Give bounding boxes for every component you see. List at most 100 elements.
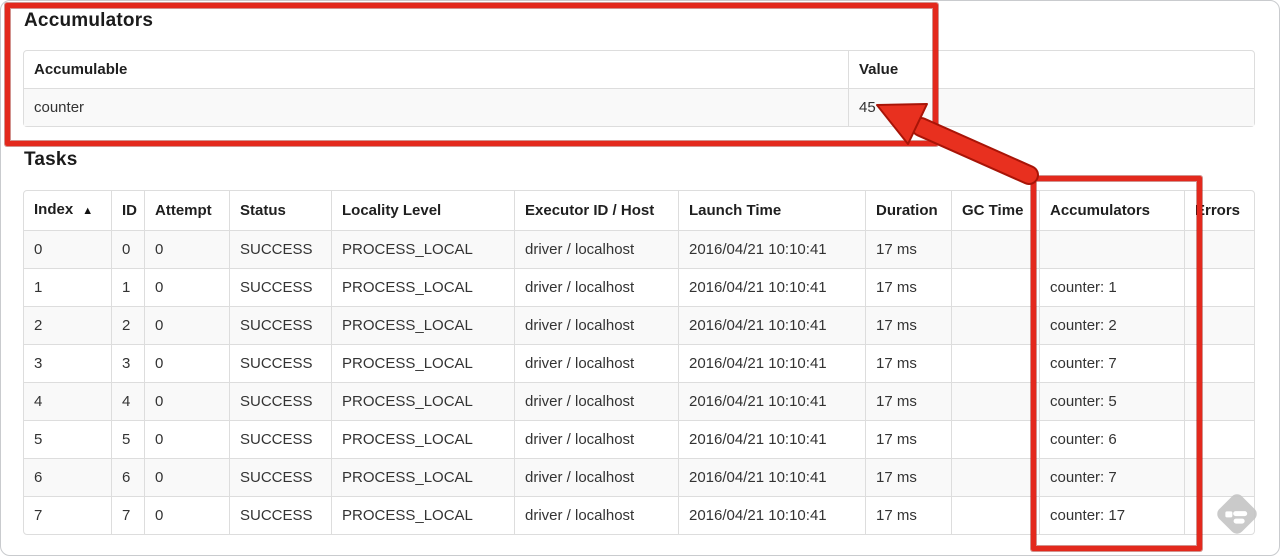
column-header-status[interactable]: Status [229, 191, 331, 230]
cell-accumulators: counter: 6 [1039, 420, 1184, 458]
cell-launch_time: 2016/04/21 10:10:41 [678, 382, 865, 420]
cell-accumulators [1039, 230, 1184, 268]
cell-executor_id_host: driver / localhost [514, 344, 678, 382]
cell-status: SUCCESS [229, 230, 331, 268]
cell-id: 3 [111, 344, 144, 382]
cell-errors [1184, 458, 1254, 496]
cell-gc_time [951, 382, 1039, 420]
cell-accumulators: counter: 7 [1039, 458, 1184, 496]
cell-accumulable: counter [24, 88, 848, 126]
cell-status: SUCCESS [229, 268, 331, 306]
cell-accumulators: counter: 2 [1039, 306, 1184, 344]
cell-executor_id_host: driver / localhost [514, 306, 678, 344]
accumulators-section-title: Accumulators [24, 10, 154, 31]
column-header-id[interactable]: ID [111, 191, 144, 230]
table-row: 1 1 0 SUCCESS PROCESS_LOCAL driver / localhos… [24, 268, 1254, 306]
column-header-value[interactable]: Value [848, 51, 1254, 88]
table-row: 5 5 0 SUCCESS PROCESS_LOCAL driver / localhos… [24, 420, 1254, 458]
cell-attempt: 0 [144, 306, 229, 344]
cell-locality_level: PROCESS_LOCAL [331, 344, 514, 382]
tasks-header-row: Index ▲ ID Attempt Status Locality Level Execu… [24, 191, 1254, 230]
cell-duration: 17 ms [865, 420, 951, 458]
cell-launch_time: 2016/04/21 10:10:41 [678, 306, 865, 344]
cell-executor_id_host: driver / localhost [514, 230, 678, 268]
cell-executor_id_host: driver / localhost [514, 420, 678, 458]
cell-launch_time: 2016/04/21 10:10:41 [678, 268, 865, 306]
cell-locality_level: PROCESS_LOCAL [331, 458, 514, 496]
cell-status: SUCCESS [229, 306, 331, 344]
column-header-index[interactable]: Index ▲ [24, 191, 111, 230]
cell-index: 0 [24, 230, 111, 268]
cell-index: 5 [24, 420, 111, 458]
cell-launch_time: 2016/04/21 10:10:41 [678, 458, 865, 496]
cell-duration: 17 ms [865, 268, 951, 306]
cell-id: 6 [111, 458, 144, 496]
cell-accumulators: counter: 1 [1039, 268, 1184, 306]
cell-locality_level: PROCESS_LOCAL [331, 420, 514, 458]
cell-executor_id_host: driver / localhost [514, 268, 678, 306]
cell-locality_level: PROCESS_LOCAL [331, 496, 514, 534]
cell-index: 6 [24, 458, 111, 496]
cell-gc_time [951, 268, 1039, 306]
accumulators-table: Accumulable Value counter 45 [23, 50, 1255, 127]
table-row: 7 7 0 SUCCESS PROCESS_LOCAL driver / localhos… [24, 496, 1254, 534]
cell-attempt: 0 [144, 496, 229, 534]
cell-duration: 17 ms [865, 306, 951, 344]
cell-status: SUCCESS [229, 420, 331, 458]
cell-launch_time: 2016/04/21 10:10:41 [678, 420, 865, 458]
table-row: 0 0 0 SUCCESS PROCESS_LOCAL driver / localhos… [24, 230, 1254, 268]
cell-gc_time [951, 306, 1039, 344]
cell-errors [1184, 344, 1254, 382]
cell-duration: 17 ms [865, 458, 951, 496]
column-header-errors[interactable]: Errors [1184, 191, 1254, 230]
column-header-attempt[interactable]: Attempt [144, 191, 229, 230]
cell-errors [1184, 306, 1254, 344]
cell-executor_id_host: driver / localhost [514, 382, 678, 420]
column-header-duration[interactable]: Duration [865, 191, 951, 230]
cell-status: SUCCESS [229, 382, 331, 420]
sort-ascending-icon: ▲ [82, 205, 94, 217]
cell-index: 4 [24, 382, 111, 420]
cell-attempt: 0 [144, 230, 229, 268]
cell-duration: 17 ms [865, 230, 951, 268]
cell-duration: 17 ms [865, 496, 951, 534]
cell-attempt: 0 [144, 458, 229, 496]
column-header-launch_time[interactable]: Launch Time [678, 191, 865, 230]
cell-errors [1184, 420, 1254, 458]
tasks-table: Index ▲ ID Attempt Status Locality Level Execu… [23, 190, 1255, 535]
cell-id: 2 [111, 306, 144, 344]
cell-id: 1 [111, 268, 144, 306]
table-row: counter 45 [24, 88, 1254, 126]
cell-launch_time: 2016/04/21 10:10:41 [678, 344, 865, 382]
cell-id: 0 [111, 230, 144, 268]
cell-attempt: 0 [144, 420, 229, 458]
column-header-gc_time[interactable]: GC Time [951, 191, 1039, 230]
accumulators-table-body: counter 45 [24, 88, 1254, 126]
cell-gc_time [951, 230, 1039, 268]
cell-errors [1184, 230, 1254, 268]
table-row: 2 2 0 SUCCESS PROCESS_LOCAL driver / localhos… [24, 306, 1254, 344]
cell-locality_level: PROCESS_LOCAL [331, 306, 514, 344]
cell-id: 4 [111, 382, 144, 420]
cell-gc_time [951, 344, 1039, 382]
accumulators-header-row: Accumulable Value [24, 51, 1254, 88]
tasks-table-body: 0 0 0 SUCCESS PROCESS_LOCAL driver / localhos… [24, 230, 1254, 534]
column-header-executor_id_host[interactable]: Executor ID / Host [514, 191, 678, 230]
cell-status: SUCCESS [229, 458, 331, 496]
cell-errors [1184, 382, 1254, 420]
cell-locality_level: PROCESS_LOCAL [331, 230, 514, 268]
cell-index: 1 [24, 268, 111, 306]
cell-executor_id_host: driver / localhost [514, 496, 678, 534]
cell-status: SUCCESS [229, 496, 331, 534]
column-header-accumulators[interactable]: Accumulators [1039, 191, 1184, 230]
cell-index: 3 [24, 344, 111, 382]
cell-id: 5 [111, 420, 144, 458]
cell-duration: 17 ms [865, 382, 951, 420]
cell-id: 7 [111, 496, 144, 534]
cell-gc_time [951, 420, 1039, 458]
cell-attempt: 0 [144, 268, 229, 306]
cell-launch_time: 2016/04/21 10:10:41 [678, 496, 865, 534]
column-header-accumulable[interactable]: Accumulable [24, 51, 848, 88]
column-header-locality_level[interactable]: Locality Level [331, 191, 514, 230]
cell-accumulators: counter: 5 [1039, 382, 1184, 420]
